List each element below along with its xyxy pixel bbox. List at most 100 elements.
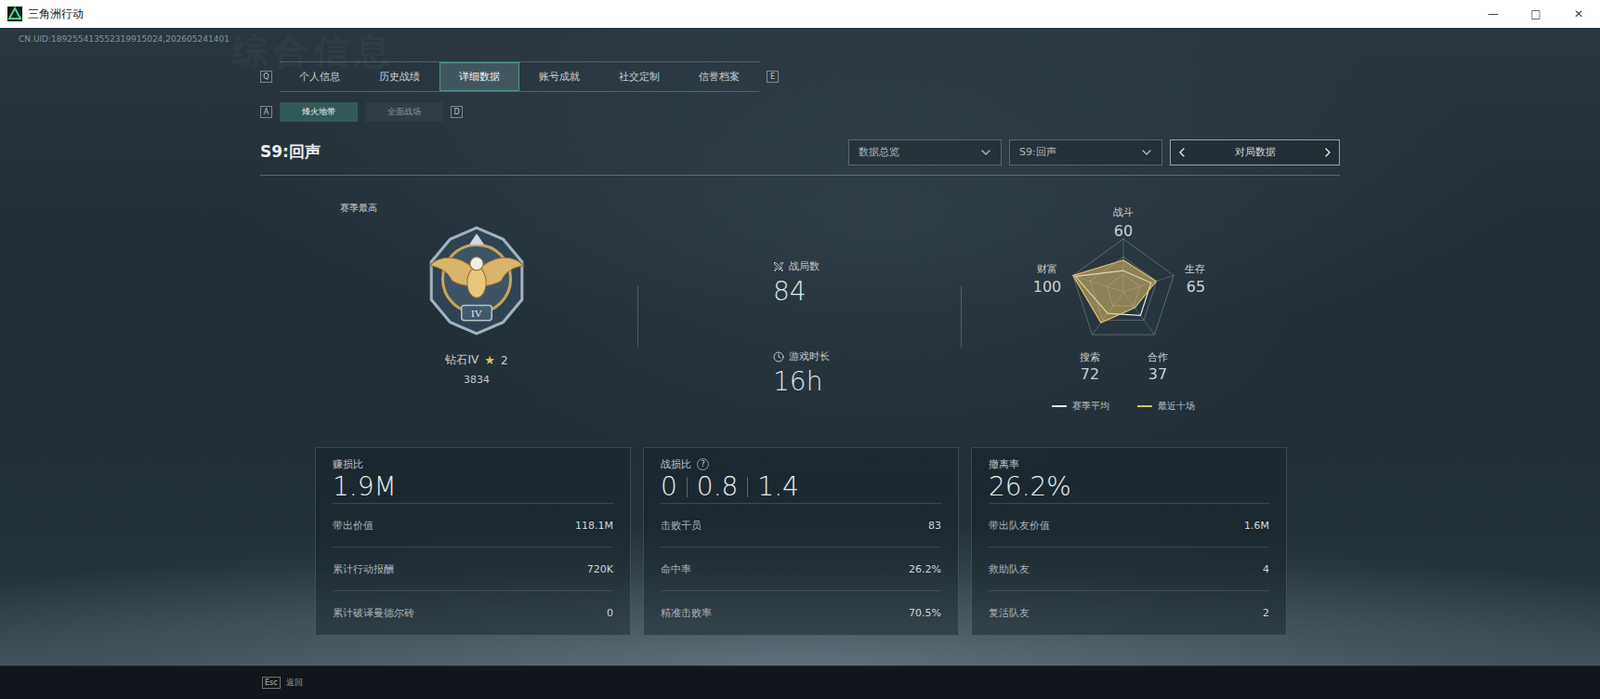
value-separator xyxy=(686,476,688,498)
tab[interactable]: 个人信息 xyxy=(279,62,360,92)
help-icon[interactable]: ? xyxy=(696,458,709,471)
filters: 数据总览 S9:回声 对局数据 xyxy=(848,139,1340,166)
dropdown-label: 数据总览 xyxy=(858,144,900,159)
row-label: 击败干员 xyxy=(660,518,702,533)
legend-item: 赛季平均 xyxy=(1051,399,1110,413)
radar-axis-name: 搜索 xyxy=(1079,351,1101,364)
app-window: 三角洲行动—□✕CN.UID:189255413552319915024,202… xyxy=(0,0,1600,699)
dropdown[interactable]: 数据总览 xyxy=(848,139,1002,166)
pager-label: 对局数据 xyxy=(1234,144,1276,159)
star-icon: ★ xyxy=(484,353,496,368)
card-value: 0 xyxy=(660,471,678,503)
tab[interactable]: 社交定制 xyxy=(599,62,680,92)
card-row: 带出队友价值 1.6M xyxy=(988,503,1270,548)
card-row: 救助队友4 xyxy=(988,547,1270,591)
stats-panel: 战局数84游戏时长16h xyxy=(638,201,961,447)
chevron-right-icon[interactable] xyxy=(1320,144,1336,160)
rank-caption: 赛季最高 xyxy=(340,201,378,215)
subtab[interactable]: 全面战场 xyxy=(365,102,444,122)
row-label: 带出价值 xyxy=(332,518,374,533)
legend-line xyxy=(1137,405,1153,407)
row-value: 70.5% xyxy=(908,606,942,619)
svg-text:IV: IV xyxy=(471,307,483,319)
card-row: 命中率26.2% xyxy=(660,547,942,591)
row-label: 带出队友价值 xyxy=(988,518,1050,533)
card-row: 累计行动报酬 720K xyxy=(332,547,614,591)
radar-label: 合作37 xyxy=(1147,351,1168,383)
row-label: 累计行动报酬 xyxy=(332,562,394,577)
row-label: 精准击败率 xyxy=(660,605,712,620)
row-value: 0 xyxy=(606,606,614,619)
divider xyxy=(960,286,962,348)
card-title: 赚损比 xyxy=(332,457,614,472)
radar-axis-name: 生存 xyxy=(1184,262,1206,276)
window-control[interactable]: ✕ xyxy=(1557,0,1600,28)
chevron-left-icon[interactable] xyxy=(1174,144,1190,160)
legend-line xyxy=(1051,405,1067,407)
window-title: 三角洲行动 xyxy=(27,6,1472,23)
dropdown[interactable]: S9:回声 xyxy=(1009,139,1163,166)
legend-item: 最近十场 xyxy=(1137,399,1195,413)
radar-label: 生存65 xyxy=(1184,262,1206,296)
game-logo-icon xyxy=(7,6,23,22)
window-control[interactable]: □ xyxy=(1514,0,1558,28)
card-value: 26.2% xyxy=(988,471,1072,503)
tab[interactable]: 账号成就 xyxy=(519,62,600,92)
tab[interactable]: 信誉档案 xyxy=(679,62,760,92)
radar-label: 搜索72 xyxy=(1079,351,1101,383)
tab-group: 个人信息历史战绩详细数据账号成就社交定制信誉档案 xyxy=(279,61,760,92)
card-row: 击败干员 83 xyxy=(660,503,942,548)
dropdown-label: S9:回声 xyxy=(1019,144,1057,159)
tab[interactable]: 历史战绩 xyxy=(359,62,440,92)
radar-panel: 战斗60生存65合作37搜索72财富100赛季平均最近十场 xyxy=(961,201,1340,447)
title-bar: 三角洲行动—□✕ xyxy=(0,0,1600,28)
row-label: 救助队友 xyxy=(988,562,1030,577)
swords-icon xyxy=(773,261,785,273)
card-title: 战损比? xyxy=(660,457,942,472)
stat-cards: 赚损比1.9M 带出价值 118.1M 累计行动报酬 720K 累计破译曼德尔砖0 战损比?… xyxy=(314,446,1340,636)
rank-title: 钻石IV xyxy=(445,352,479,368)
radar-grid xyxy=(1072,238,1173,335)
key-hint: Q xyxy=(260,70,273,83)
uid-text: CN.UID:189255413552319915024,20260524140… xyxy=(0,27,1600,51)
card-values: 26.2% xyxy=(988,471,1270,503)
row-value: 1.6M xyxy=(1244,519,1270,532)
subtabs-row: A 烽火地带全面战场 D xyxy=(260,102,1340,122)
card-row: 带出价值 118.1M xyxy=(332,503,614,548)
back-label[interactable]: 返回 xyxy=(286,676,303,689)
row-value: 118.1M xyxy=(575,519,614,532)
tabs-row: Q个人信息历史战绩详细数据账号成就社交定制信誉档案E xyxy=(260,61,1340,92)
radar-chart: 战斗60生存65合作37搜索72财富100 xyxy=(1002,201,1245,393)
radar-series xyxy=(1072,260,1155,323)
rank-panel: 赛季最高IV钻石IV★23834 xyxy=(260,201,638,447)
divider xyxy=(637,286,639,348)
main-area: CN.UID:189255413552319915024,20260524140… xyxy=(0,27,1600,666)
subtab[interactable]: 烽火地带 xyxy=(279,102,358,122)
card-row: 累计破译曼德尔砖0 xyxy=(332,590,614,635)
value-separator xyxy=(747,476,748,498)
radar-axis-name: 财富 xyxy=(1036,262,1058,276)
stat: 游戏时长 16h xyxy=(773,349,961,397)
radar-axis-value: 100 xyxy=(1032,277,1062,296)
content: 综合信息Q个人信息历史战绩详细数据账号成就社交定制信誉档案EA烽火地带全面战场D… xyxy=(260,50,1340,636)
row-value: 2 xyxy=(1262,606,1270,619)
row-value: 720K xyxy=(587,563,614,576)
esc-key[interactable]: Esc xyxy=(262,676,281,689)
row-value: 26.2% xyxy=(908,563,942,576)
key-hint: A xyxy=(260,105,273,119)
window-control[interactable]: — xyxy=(1471,0,1515,28)
stat-label: 游戏时长 xyxy=(773,349,961,364)
stat-value: 16h xyxy=(773,367,961,397)
radar-legend: 赛季平均 最近十场 xyxy=(1051,399,1195,413)
radar-axis-value: 65 xyxy=(1185,277,1205,296)
overview: 赛季最高IV钻石IV★23834战局数84游戏时长16h战斗60生存65合作37… xyxy=(260,175,1340,447)
clock-icon xyxy=(773,351,785,363)
card-values: 1.9M xyxy=(332,471,614,503)
row-value: 83 xyxy=(928,519,942,532)
key-hint: D xyxy=(450,105,463,119)
rank-stars: 2 xyxy=(500,354,509,368)
card-row: 精准击败率 70.5% xyxy=(660,590,942,635)
tab[interactable]: 详细数据 xyxy=(439,62,520,92)
radar-axis-name: 合作 xyxy=(1147,351,1168,364)
section-header: S9:回声数据总览 S9:回声 对局数据 xyxy=(260,138,1340,176)
